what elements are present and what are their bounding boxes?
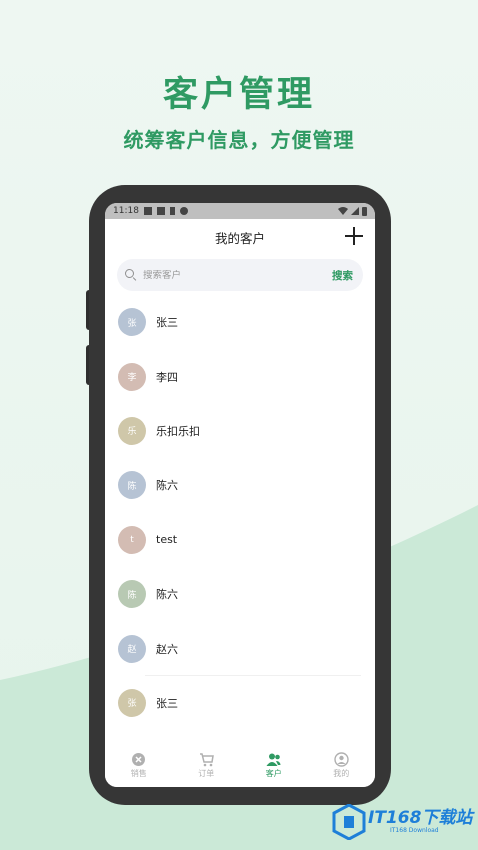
customer-avatar: 乐 bbox=[118, 416, 146, 445]
header: 我的客户 bbox=[105, 219, 375, 255]
customer-name: test bbox=[156, 533, 178, 547]
globe-icon bbox=[179, 207, 188, 215]
image-icon bbox=[143, 207, 152, 215]
tab-bar: 销售 订单 客户 我的 bbox=[105, 745, 375, 787]
customer-name: 赵六 bbox=[156, 642, 178, 656]
battery-icon bbox=[362, 206, 367, 216]
customer-avatar: 张 bbox=[118, 688, 146, 717]
status-bar: 11:18 bbox=[105, 203, 375, 219]
watermark: IT168下载站 IT168 Download bbox=[332, 804, 472, 840]
cart-icon bbox=[199, 752, 214, 766]
status-time: 11:18 bbox=[113, 206, 139, 216]
tab-label: 销售 bbox=[130, 768, 147, 778]
tab-cart[interactable]: 订单 bbox=[181, 752, 231, 779]
phone-frame: 11:18 我的客户 搜索 张张三李李四乐乐扣乐扣陈陈六ttest陈陈六赵赵六张… bbox=[89, 185, 391, 805]
customer-name: 乐扣乐扣 bbox=[156, 424, 200, 438]
customer-list: 张张三李李四乐乐扣乐扣陈陈六 t test 陈陈六赵赵六张张三 bbox=[105, 295, 375, 730]
customer-row[interactable]: t test bbox=[105, 513, 375, 567]
customer-avatar: t bbox=[118, 525, 146, 554]
watermark-subtext: IT168 Download bbox=[390, 827, 439, 834]
watermark-text: IT168下载站 bbox=[368, 808, 473, 828]
sales-icon bbox=[132, 752, 146, 766]
wifi-icon bbox=[338, 207, 348, 215]
notification-icon bbox=[156, 207, 165, 215]
customers-icon bbox=[266, 753, 281, 766]
customer-avatar: 陈 bbox=[118, 580, 146, 609]
tab-customers[interactable]: 客户 bbox=[249, 752, 299, 779]
customer-row[interactable]: 张张三 bbox=[105, 295, 375, 349]
customer-avatar: 李 bbox=[118, 362, 146, 391]
customer-name: 陈六 bbox=[156, 479, 178, 493]
search-icon bbox=[125, 269, 137, 281]
customer-avatar: 陈 bbox=[118, 471, 146, 500]
customer-row[interactable]: 陈陈六 bbox=[105, 458, 375, 512]
customer-name: 张三 bbox=[156, 696, 178, 710]
add-customer-button[interactable] bbox=[345, 227, 363, 245]
tab-sales[interactable]: 销售 bbox=[114, 752, 164, 779]
profile-icon bbox=[334, 751, 349, 767]
tab-label: 订单 bbox=[198, 768, 215, 778]
tab-label: 我的 bbox=[333, 768, 350, 778]
phone-screen: 11:18 我的客户 搜索 张张三李李四乐乐扣乐扣陈陈六ttest陈陈六赵赵六张… bbox=[105, 203, 375, 787]
search-button[interactable]: 搜索 bbox=[332, 268, 353, 283]
customer-name: 李四 bbox=[156, 370, 178, 384]
hero-title: 客户管理 bbox=[162, 75, 315, 115]
search-bar: 搜索 bbox=[117, 259, 363, 291]
tab-profile[interactable]: 我的 bbox=[316, 751, 366, 779]
customer-row[interactable]: 乐乐扣乐扣 bbox=[105, 404, 375, 458]
page-title: 我的客户 bbox=[214, 230, 265, 246]
watermark-logo-icon bbox=[332, 804, 366, 840]
tab-label: 客户 bbox=[265, 768, 282, 778]
customer-row[interactable]: 李李四 bbox=[105, 349, 375, 403]
customer-row[interactable]: 张张三 bbox=[105, 676, 375, 730]
customer-row[interactable]: 陈陈六 bbox=[105, 567, 375, 621]
customer-name: 张三 bbox=[156, 316, 178, 330]
customer-avatar: 张 bbox=[118, 308, 146, 337]
customer-row[interactable]: 赵赵六 bbox=[105, 621, 375, 677]
search-input[interactable] bbox=[143, 269, 332, 281]
person-icon bbox=[169, 207, 175, 215]
customer-name: 陈六 bbox=[156, 588, 178, 602]
customer-avatar: 赵 bbox=[118, 634, 146, 663]
signal-icon bbox=[351, 207, 359, 215]
hero-subtitle: 统筹客户信息，方便管理 bbox=[123, 128, 355, 152]
